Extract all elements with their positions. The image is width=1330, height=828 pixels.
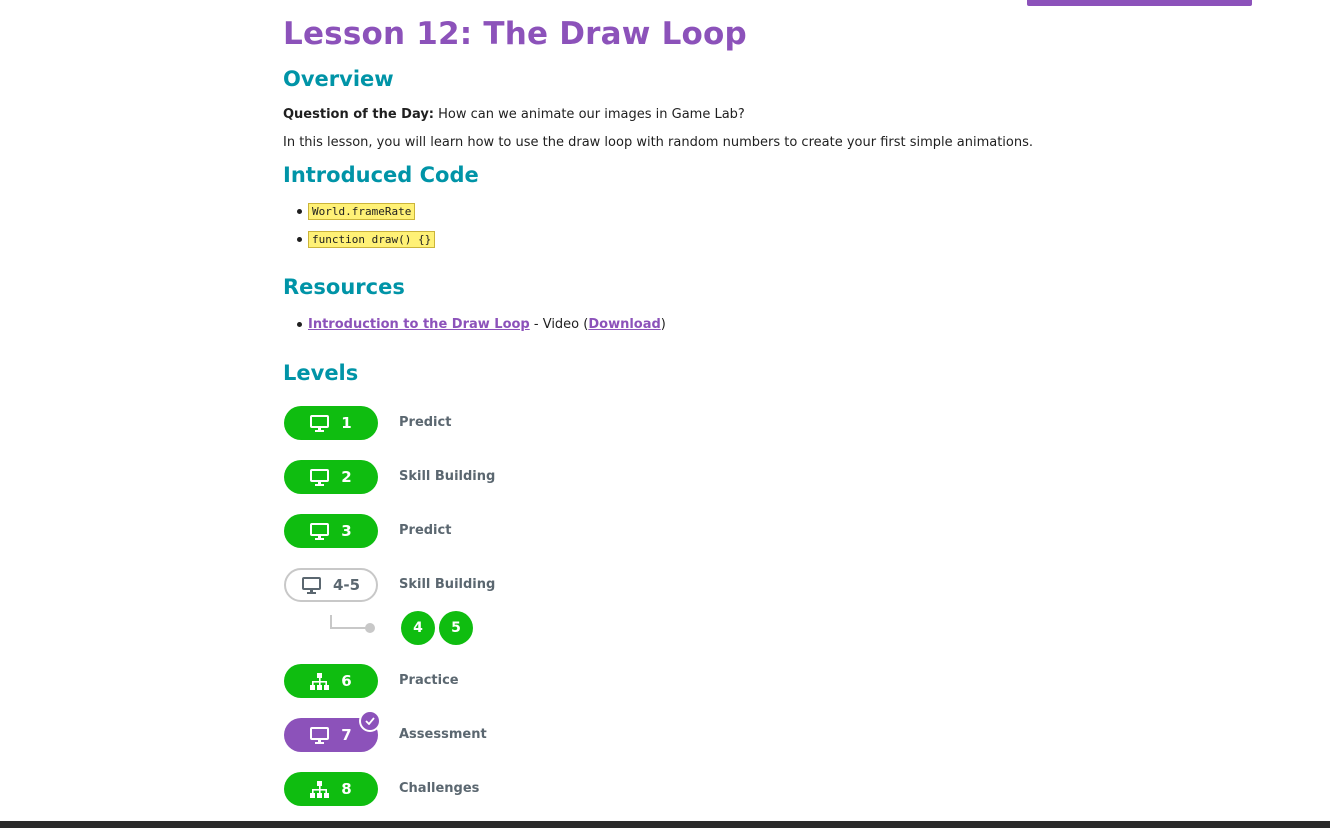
sublevel-5-bubble[interactable]: 5 <box>439 611 473 645</box>
desktop-icon <box>310 726 330 744</box>
bullet <box>297 322 302 327</box>
top-accent-bar <box>1027 0 1252 6</box>
level-number: 1 <box>341 414 352 432</box>
level-number: 4-5 <box>332 576 361 594</box>
resources-heading: Resources <box>283 275 405 299</box>
desktop-icon <box>310 468 330 486</box>
sublevel-4-bubble[interactable]: 4 <box>401 611 435 645</box>
level-7-label[interactable]: Assessment <box>399 727 487 742</box>
qotd-label: Question of the Day: <box>283 107 435 122</box>
level-number: 8 <box>341 780 352 798</box>
level-6-bubble[interactable]: 6 <box>284 664 378 698</box>
level-2-bubble[interactable]: 2 <box>284 460 378 494</box>
levels-heading: Levels <box>283 361 359 385</box>
resource-type-text: - Video ( <box>529 317 589 332</box>
introduced-code-heading: Introduced Code <box>283 163 479 187</box>
level-4-5-label[interactable]: Skill Building <box>399 577 495 592</box>
level-3-bubble[interactable]: 3 <box>284 514 378 548</box>
level-number: 3 <box>341 522 352 540</box>
level-2-label[interactable]: Skill Building <box>399 469 495 484</box>
level-number: 7 <box>341 726 352 744</box>
level-4-5-group-bubble[interactable]: 4-5 <box>284 568 378 602</box>
desktop-icon <box>301 576 321 594</box>
bullet <box>297 237 302 242</box>
overview-heading: Overview <box>283 67 394 91</box>
bottom-bar <box>0 821 1330 828</box>
level-8-bubble[interactable]: 8 <box>284 772 378 806</box>
level-7-bubble[interactable]: 7 <box>284 710 381 752</box>
sitemap-icon <box>310 780 330 798</box>
level-number: 6 <box>341 672 352 690</box>
sitemap-icon <box>310 672 330 690</box>
question-of-the-day: Question of the Day: How can we animate … <box>283 107 745 122</box>
level-8-label[interactable]: Challenges <box>399 781 479 796</box>
level-number: 2 <box>341 468 352 486</box>
level-6-label[interactable]: Practice <box>399 673 459 688</box>
level-1-label[interactable]: Predict <box>399 415 451 430</box>
lesson-summary: In this lesson, you will learn how to us… <box>283 135 1034 150</box>
submitted-check-icon <box>359 710 381 732</box>
resource-close-paren: ) <box>660 317 666 332</box>
desktop-icon <box>310 414 330 432</box>
qotd-text: How can we animate our images in Game La… <box>434 107 745 122</box>
resource-item: Introduction to the Draw Loop - Video (D… <box>308 317 666 332</box>
level-3-label[interactable]: Predict <box>399 523 451 538</box>
resource-download-link[interactable]: Download <box>588 317 660 332</box>
resource-video-link[interactable]: Introduction to the Draw Loop <box>308 317 530 332</box>
level-1-bubble[interactable]: 1 <box>284 406 378 440</box>
code-world-framerate[interactable]: World.frameRate <box>308 203 416 220</box>
code-function-draw[interactable]: function draw() {} <box>308 231 436 248</box>
page-title: Lesson 12: The Draw Loop <box>283 16 747 52</box>
bullet <box>297 209 302 214</box>
desktop-icon <box>310 522 330 540</box>
sublevel-connector <box>330 615 375 633</box>
